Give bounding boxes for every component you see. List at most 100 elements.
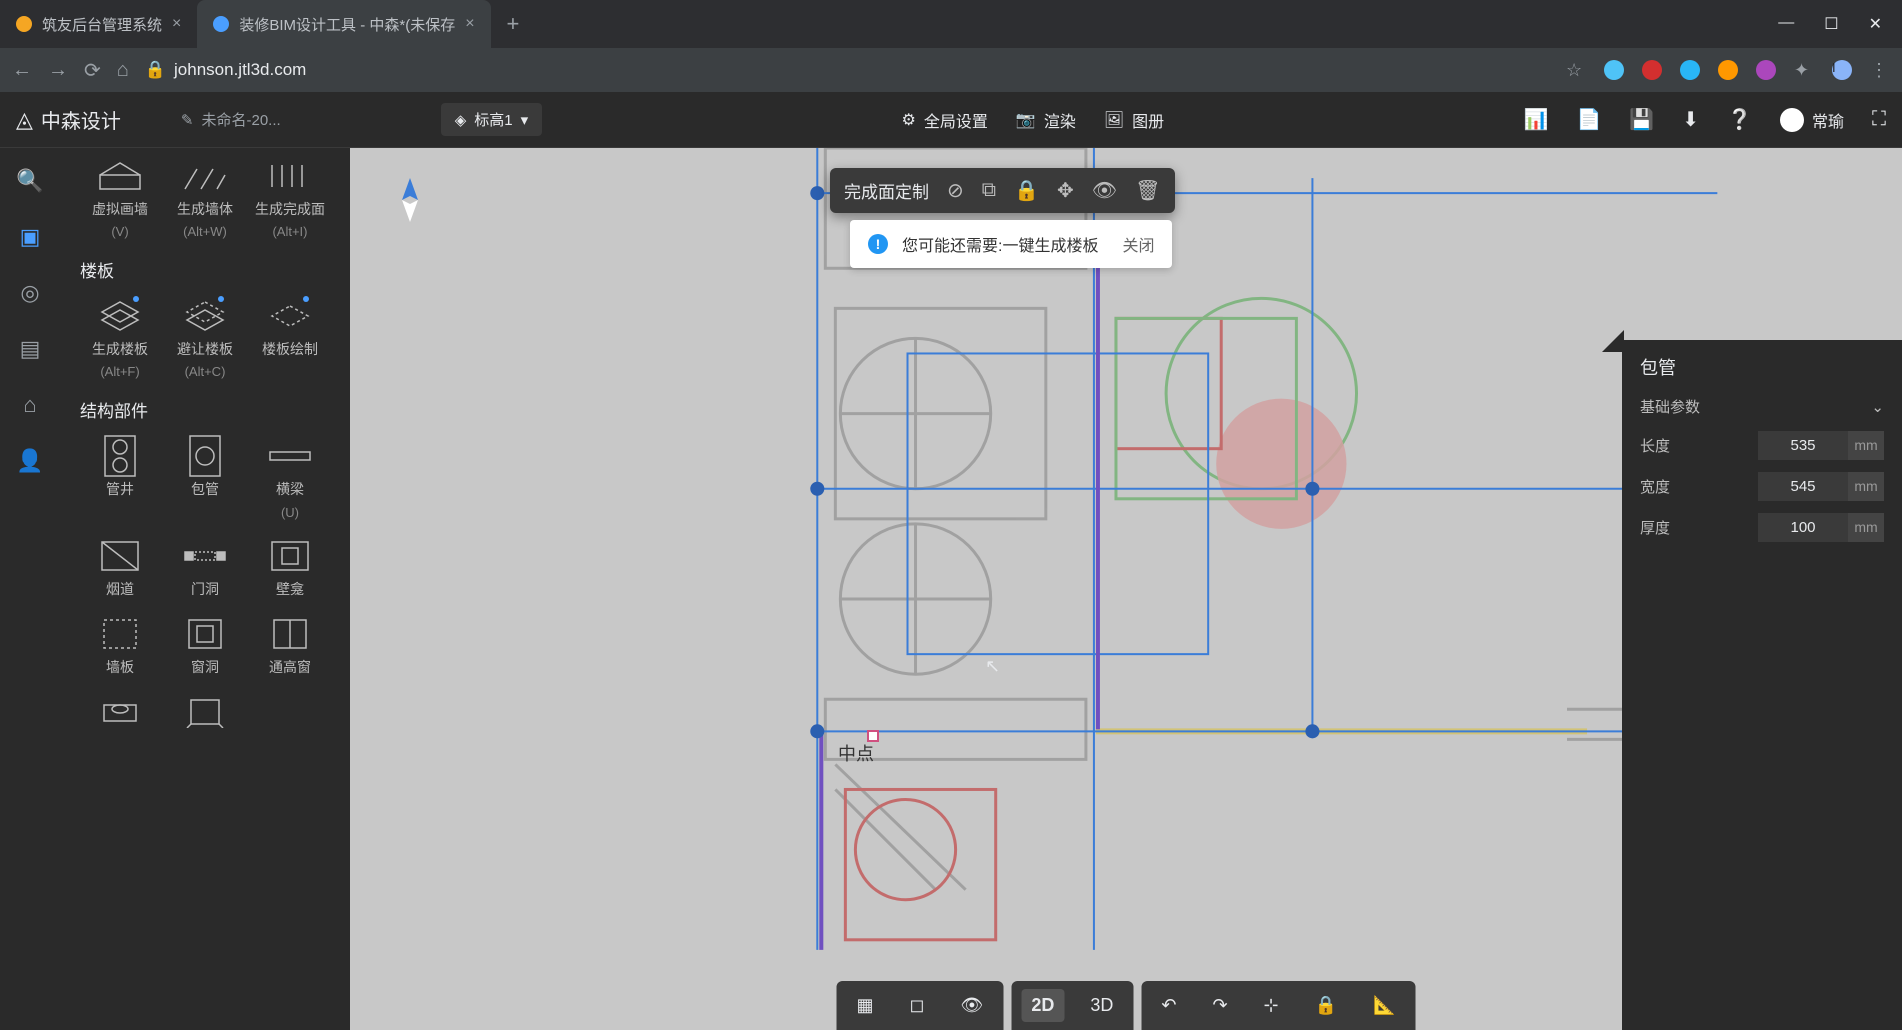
browser-tab-2[interactable]: 装修BIM设计工具 - 中森*(未保存 × <box>197 0 490 48</box>
copy-icon[interactable]: ⧉ <box>982 179 996 202</box>
fullscreen-icon[interactable]: ⛶ <box>1872 108 1886 131</box>
star-icon[interactable]: ☆ <box>1566 60 1586 80</box>
user-badge[interactable]: 常瑜 <box>1780 108 1844 132</box>
measure-icon[interactable]: 📐 <box>1363 989 1405 1022</box>
suggestion-text[interactable]: 您可能还需要:一键生成楼板 <box>902 232 1098 256</box>
profile-avatar[interactable]: I <box>1832 60 1852 80</box>
view-3d-button[interactable]: 3D <box>1080 989 1123 1022</box>
document-icon[interactable]: 📄 <box>1576 107 1601 132</box>
tool-gen-finish[interactable]: 生成完成面 (Alt+I) <box>250 158 330 239</box>
lock-icon[interactable]: 🔒 <box>1014 178 1039 203</box>
logo-icon: ◬ <box>16 107 33 133</box>
cursor-icon: ↖ <box>985 656 1000 677</box>
home-icon[interactable]: ⌂ <box>117 59 129 82</box>
ext-icon-1[interactable] <box>1604 60 1624 80</box>
level-icon: ◈ <box>455 111 467 129</box>
building-icon[interactable]: ⌂ <box>17 392 43 418</box>
tool-door-opening[interactable]: 门洞 <box>165 538 245 598</box>
suggestion-close[interactable]: 关闭 <box>1122 232 1154 256</box>
section-floor-title: 楼板 <box>80 257 330 282</box>
lock-icon: 🔒 <box>145 60 166 80</box>
person-icon[interactable]: 👤 <box>17 448 43 474</box>
lock-view-icon[interactable]: 🔒 <box>1305 989 1347 1022</box>
chevron-down-icon[interactable]: ⌄ <box>1871 398 1884 416</box>
target-icon[interactable]: ◎ <box>17 280 43 306</box>
download-icon[interactable]: ⬇ <box>1682 107 1699 132</box>
file-name[interactable]: ✎ 未命名-20... <box>181 109 281 130</box>
redo-icon[interactable]: ↷ <box>1202 989 1237 1022</box>
tab-title: 筑友后台管理系统 <box>42 14 162 35</box>
tool-extra-2[interactable] <box>165 694 245 730</box>
gallery-button[interactable]: 🖼 图册 <box>1104 108 1164 132</box>
compass-icon[interactable] <box>398 178 422 227</box>
reload-icon[interactable]: ⟳ <box>84 58 101 83</box>
midpoint-label: 中点 <box>838 740 874 766</box>
tool-virtual-wall[interactable]: 虚拟画墙 (V) <box>80 158 160 239</box>
toolbar-label[interactable]: 完成面定制 <box>844 178 929 203</box>
view-2d-button[interactable]: 2D <box>1021 989 1064 1022</box>
snap-icon[interactable]: ⊹ <box>1254 989 1289 1022</box>
tool-wall-panel[interactable]: 墙板 <box>80 616 160 676</box>
gear-icon: ⚙ <box>902 110 916 130</box>
global-settings-button[interactable]: ⚙ 全局设置 <box>902 108 988 132</box>
delete-icon[interactable]: 🗑 <box>1135 178 1160 203</box>
tool-shaft[interactable]: 管井 <box>80 438 160 519</box>
eye-icon[interactable]: 👁 <box>950 989 993 1022</box>
app-logo[interactable]: ◬ 中森设计 <box>16 105 121 134</box>
close-window-icon[interactable]: ✕ <box>1869 14 1882 34</box>
level-dropdown[interactable]: ◈ 标高1 ▾ <box>441 103 542 136</box>
app-header: ◬ 中森设计 ✎ 未命名-20... ◈ 标高1 ▾ ⚙ 全局设置 📷 渲染 🖼… <box>0 92 1902 148</box>
width-input[interactable] <box>1758 472 1848 501</box>
tool-extra-1[interactable] <box>80 694 160 730</box>
hide-icon[interactable]: 👁 <box>1092 178 1117 203</box>
save-icon[interactable]: 💾 <box>1629 107 1654 132</box>
panel-title: 包管 <box>1640 354 1884 380</box>
new-tab-button[interactable]: + <box>491 11 536 37</box>
browser-tab-1[interactable]: 筑友后台管理系统 × <box>0 0 197 48</box>
bottom-toolbar: ▦ ◻ 👁 2D 3D ↶ ↷ ⊹ 🔒 📐 <box>833 981 1420 1030</box>
ext-icon-4[interactable] <box>1718 60 1738 80</box>
close-icon[interactable]: × <box>465 15 474 33</box>
render-button[interactable]: 📷 渲染 <box>1016 108 1076 132</box>
section-struct-title: 结构部件 <box>80 397 330 422</box>
ext-icon-2[interactable] <box>1642 60 1662 80</box>
back-icon[interactable]: ← <box>12 59 32 82</box>
chart-icon[interactable]: 📊 <box>1524 107 1549 132</box>
param-width: 宽度 mm <box>1640 472 1884 501</box>
tool-window-opening[interactable]: 窗洞 <box>165 616 245 676</box>
tool-pipe-cover[interactable]: 包管 <box>165 438 245 519</box>
archive-icon[interactable]: ▤ <box>17 336 43 362</box>
undo-icon[interactable]: ↶ <box>1151 989 1186 1022</box>
length-input[interactable] <box>1758 431 1848 460</box>
minimize-icon[interactable]: — <box>1778 14 1794 34</box>
tool-gen-floor[interactable]: 生成楼板 (Alt+F) <box>80 298 160 379</box>
tool-niche[interactable]: 壁龛 <box>250 538 330 598</box>
frame-icon[interactable]: ◻ <box>900 989 935 1022</box>
move-icon[interactable]: ✥ <box>1057 178 1074 203</box>
tool-avoid-floor[interactable]: 避让楼板 (Alt+C) <box>165 298 245 379</box>
thickness-input[interactable] <box>1758 513 1848 542</box>
tool-flue[interactable]: 烟道 <box>80 538 160 598</box>
close-icon[interactable]: × <box>172 15 181 33</box>
blocks-icon[interactable]: ▣ <box>17 224 43 250</box>
ext-icon-3[interactable] <box>1680 60 1700 80</box>
fold-notch <box>1602 330 1624 352</box>
suggestion-tooltip: ! 您可能还需要:一键生成楼板 关闭 <box>850 220 1172 268</box>
link-icon[interactable]: ⊘ <box>947 178 964 203</box>
menu-icon[interactable]: ⋮ <box>1870 60 1890 80</box>
grid-icon[interactable]: ▦ <box>847 989 884 1022</box>
ext-icon-5[interactable] <box>1756 60 1776 80</box>
forward-icon[interactable]: → <box>48 59 68 82</box>
user-avatar-icon <box>1780 108 1804 132</box>
maximize-icon[interactable]: ☐ <box>1824 14 1838 34</box>
search-icon[interactable]: 🔍 <box>17 168 43 194</box>
tool-gen-wall[interactable]: 生成墙体 (Alt+W) <box>165 158 245 239</box>
tool-beam[interactable]: 横梁 (U) <box>250 438 330 519</box>
param-thickness: 厚度 mm <box>1640 513 1884 542</box>
url-field[interactable]: 🔒 johnson.jtl3d.com <box>145 60 306 80</box>
tool-full-window[interactable]: 通高窗 <box>250 616 330 676</box>
help-icon[interactable]: ❔ <box>1727 107 1752 132</box>
extensions-icon[interactable]: ✦ <box>1794 60 1814 80</box>
tool-draw-floor[interactable]: 楼板绘制 <box>250 298 330 379</box>
left-rail: 🔍 ▣ ◎ ▤ ⌂ 👤 <box>0 148 60 1030</box>
